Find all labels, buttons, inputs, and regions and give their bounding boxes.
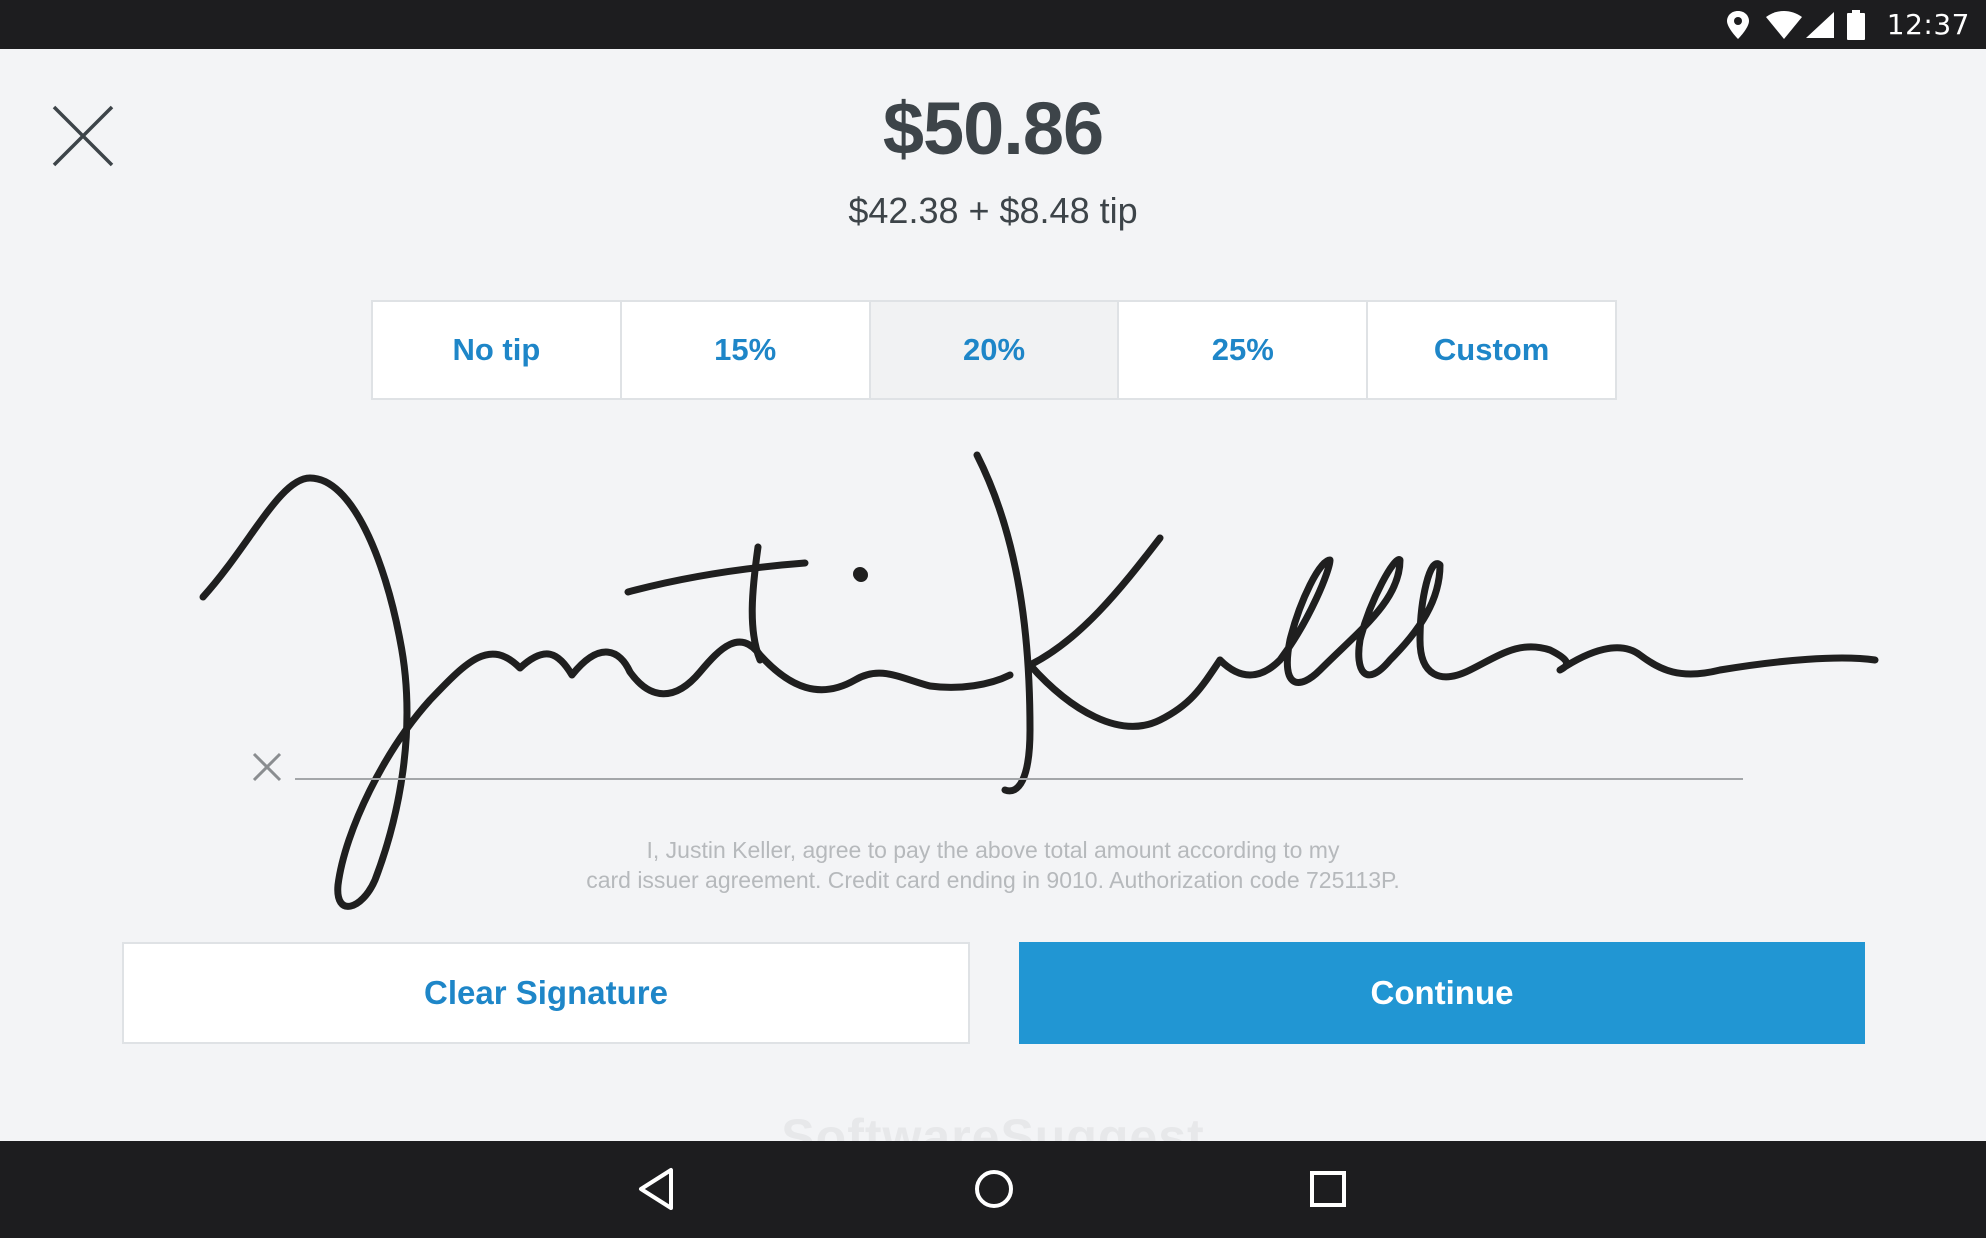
clear-signature-button[interactable]: Clear Signature xyxy=(122,942,970,1044)
back-icon xyxy=(639,1168,673,1210)
navigation-bar xyxy=(0,1141,1986,1238)
agreement-line-2: card issuer agreement. Credit card endin… xyxy=(586,867,1400,893)
home-icon xyxy=(975,1170,1013,1208)
recents-icon xyxy=(1310,1171,1346,1207)
home-button[interactable] xyxy=(966,1161,1022,1217)
agreement-text: I, Justin Keller, agree to pay the above… xyxy=(0,835,1986,895)
signature-line xyxy=(295,778,1743,780)
continue-button[interactable]: Continue xyxy=(1019,942,1865,1044)
signature-screen: 12:37 $50.86 $42.38 + $8.48 tip No tip 15… xyxy=(0,0,1986,1238)
x-mark-icon xyxy=(250,750,284,784)
recents-button[interactable] xyxy=(1300,1161,1356,1217)
agreement-line-1: I, Justin Keller, agree to pay the above… xyxy=(646,837,1340,863)
back-button[interactable] xyxy=(631,1161,687,1217)
